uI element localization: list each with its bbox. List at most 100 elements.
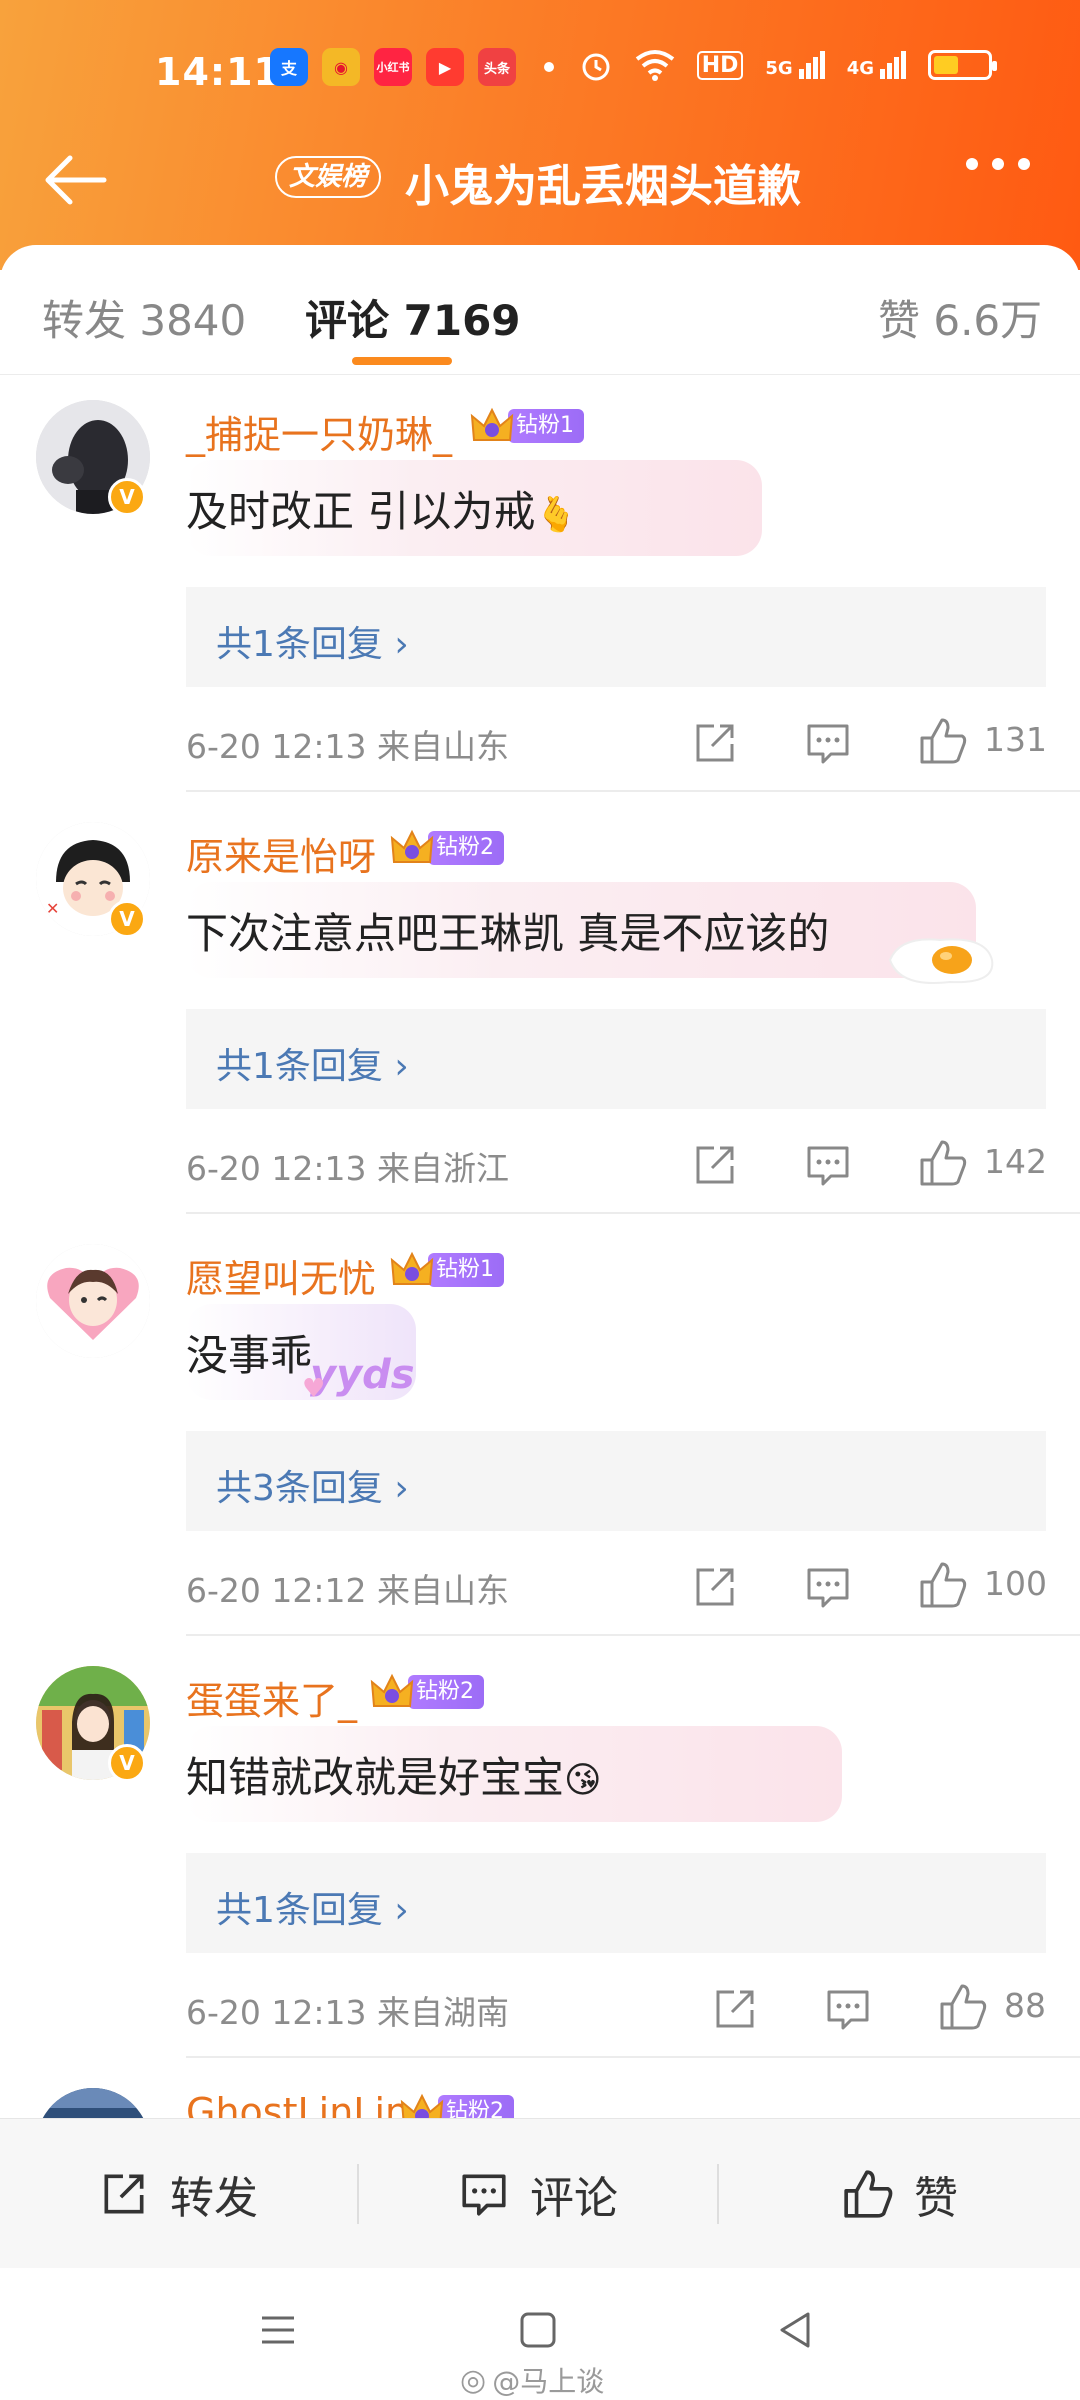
fan-badge[interactable]: 钻粉1 [390,1250,504,1290]
watermark-text: @马上谈 [492,2365,605,2398]
reply-summary[interactable]: 共1条回复 › [186,1009,1046,1109]
fried-egg-emoji [888,938,994,984]
divider [186,1212,1080,1214]
weibo-logo-icon: ◎ [460,2362,487,2398]
verified-badge-icon: V [108,478,146,516]
reply-icon[interactable] [803,718,853,768]
more-notifications-dot [544,62,554,72]
like-label: 赞 [914,2173,958,2224]
more-dot-icon [966,158,978,170]
heart-icon: ♥ [302,1374,326,1404]
tab-bar: 转发 3840 评论 7169 赞 6.6万 [0,245,1080,375]
repost-button[interactable]: 转发 [98,2119,258,2269]
reply-summary[interactable]: 共1条回复 › [186,587,1046,687]
reply-summary-text: 共1条回复 [216,624,383,665]
reply-summary[interactable]: 共3条回复 › [186,1431,1046,1531]
page-title: 小鬼为乱丢烟头道歉 [405,161,801,212]
comment-item: GhostLinLin 钻粉2 [0,2068,1080,2118]
fan-badge[interactable]: 钻粉2 [390,828,504,868]
comment-icon [462,2174,506,2216]
fan-badge[interactable]: 钻粉2 [370,1672,484,1712]
notification-icons: 支 ◉ 小红书 ▶ 头条 [270,48,554,86]
chevron-right-icon: › [394,624,409,665]
comment-text: 没事乖 [186,1322,312,1383]
xiaohongshu-icon: 小红书 [374,48,412,86]
rank-badge[interactable]: 文娱榜 [275,156,382,198]
avatar[interactable] [36,1244,150,1358]
avatar-image [36,1244,150,1358]
fan-badge-label: 钻粉1 [508,409,584,443]
share-icon[interactable] [690,1562,740,1612]
comment-emoji: 🫰 [535,495,578,535]
comment-text: 及时改正 引以为戒🫰 [186,478,578,539]
tab-likes[interactable]: 赞 6.6万 [878,287,1042,348]
share-icon[interactable] [690,718,740,768]
yyds-sticker-emoji: yyds [310,1352,415,1398]
tab-repost[interactable]: 转发 3840 [42,287,246,348]
verified-badge-icon: V [108,1744,146,1782]
fan-badge-label: 钻粉1 [428,1253,504,1287]
reply-icon[interactable] [803,1140,853,1190]
like-icon[interactable] [918,1560,968,1610]
comment-username[interactable]: 原来是怡呀 [186,826,376,881]
comment-item: V _捕捉一只奶琳_ 钻粉1 及时改正 引以为戒🫰 共1条回复 › 6-20 1… [0,380,1080,792]
chevron-right-icon: › [394,1046,409,1087]
comment-meta: 6-20 12:13 来自山东 [186,727,509,766]
reply-summary-text: 共1条回复 [216,1890,383,1931]
comment-button[interactable]: 评论 [458,2119,618,2269]
comment-text: 下次注意点吧王琳凯 真是不应该的 [186,900,829,961]
comment-username[interactable]: 蛋蛋来了_ [186,1670,357,1725]
avatar[interactable] [36,2088,150,2118]
fan-badge-label: 钻粉2 [428,831,504,865]
battery-icon [928,50,997,80]
weibo-comments-screen: 14:11 支 ◉ 小红书 ▶ 头条 HD 5G 4G 文娱榜 小鬼为乱丢烟头道… [0,0,1080,2400]
menu-icon[interactable] [258,2310,298,2350]
fan-badge[interactable]: 钻粉2 [400,2092,514,2118]
fan-badge[interactable]: 钻粉1 [470,406,584,446]
wifi-icon [635,50,674,81]
crown-icon [390,1251,434,1285]
alarm-icon [582,53,610,81]
share-icon[interactable] [710,1984,760,2034]
4g-signal-icon: 4G [847,51,906,79]
reply-summary-text: 共3条回复 [216,1468,383,1509]
back-button[interactable] [40,148,110,212]
status-bar: 14:11 支 ◉ 小红书 ▶ 头条 HD 5G 4G [0,42,1080,102]
comment-meta: 6-20 12:13 来自浙江 [186,1149,509,1188]
toutiao-icon: 头条 [478,48,516,86]
verified-badge-icon: V [108,900,146,938]
comment-text: 知错就改就是好宝宝😘 [186,1744,602,1805]
crown-icon [470,407,514,441]
home-icon[interactable] [518,2310,558,2350]
divider [186,790,1080,792]
back-nav-icon[interactable] [776,2310,816,2350]
reply-icon[interactable] [803,1562,853,1612]
tab-comments[interactable]: 评论 7169 [305,287,521,348]
like-icon[interactable] [938,1982,988,2032]
reply-summary-link: 共1条回复 › [216,1881,409,1933]
reply-summary-link: 共3条回复 › [216,1459,409,1511]
more-options-button[interactable] [966,158,1030,170]
comment-meta: 6-20 12:12 来自山东 [186,1571,509,1610]
fan-badge-label: 钻粉2 [438,2095,514,2118]
reply-icon[interactable] [823,1984,873,2034]
share-icon[interactable] [690,1140,740,1190]
like-button[interactable]: 赞 [842,2119,958,2269]
comment-username[interactable]: _捕捉一只奶琳_ [186,404,452,459]
crown-icon [390,829,434,863]
comment-username[interactable]: 愿望叫无忧 [186,1248,376,1303]
comment-username[interactable]: GhostLinLin [186,2090,409,2118]
avatar-image [36,2088,150,2118]
4g-label: 4G [846,58,874,79]
like-count: 142 [984,1142,1047,1181]
header: 14:11 支 ◉ 小红书 ▶ 头条 HD 5G 4G 文娱榜 小鬼为乱丢烟头道… [0,0,1080,270]
chevron-right-icon: › [394,1468,409,1509]
comment-emoji: 😘 [564,1760,602,1801]
like-icon[interactable] [918,1138,968,1188]
comment-item: V 蛋蛋来了_ 钻粉2 知错就改就是好宝宝😘 共1条回复 › 6-20 12:1… [0,1646,1080,2058]
tab-indicator [352,357,452,365]
watermark: ◎ @马上谈 [460,2360,604,2400]
reply-summary[interactable]: 共1条回复 › [186,1853,1046,1953]
like-icon[interactable] [918,716,968,766]
crown-icon [400,2093,444,2118]
